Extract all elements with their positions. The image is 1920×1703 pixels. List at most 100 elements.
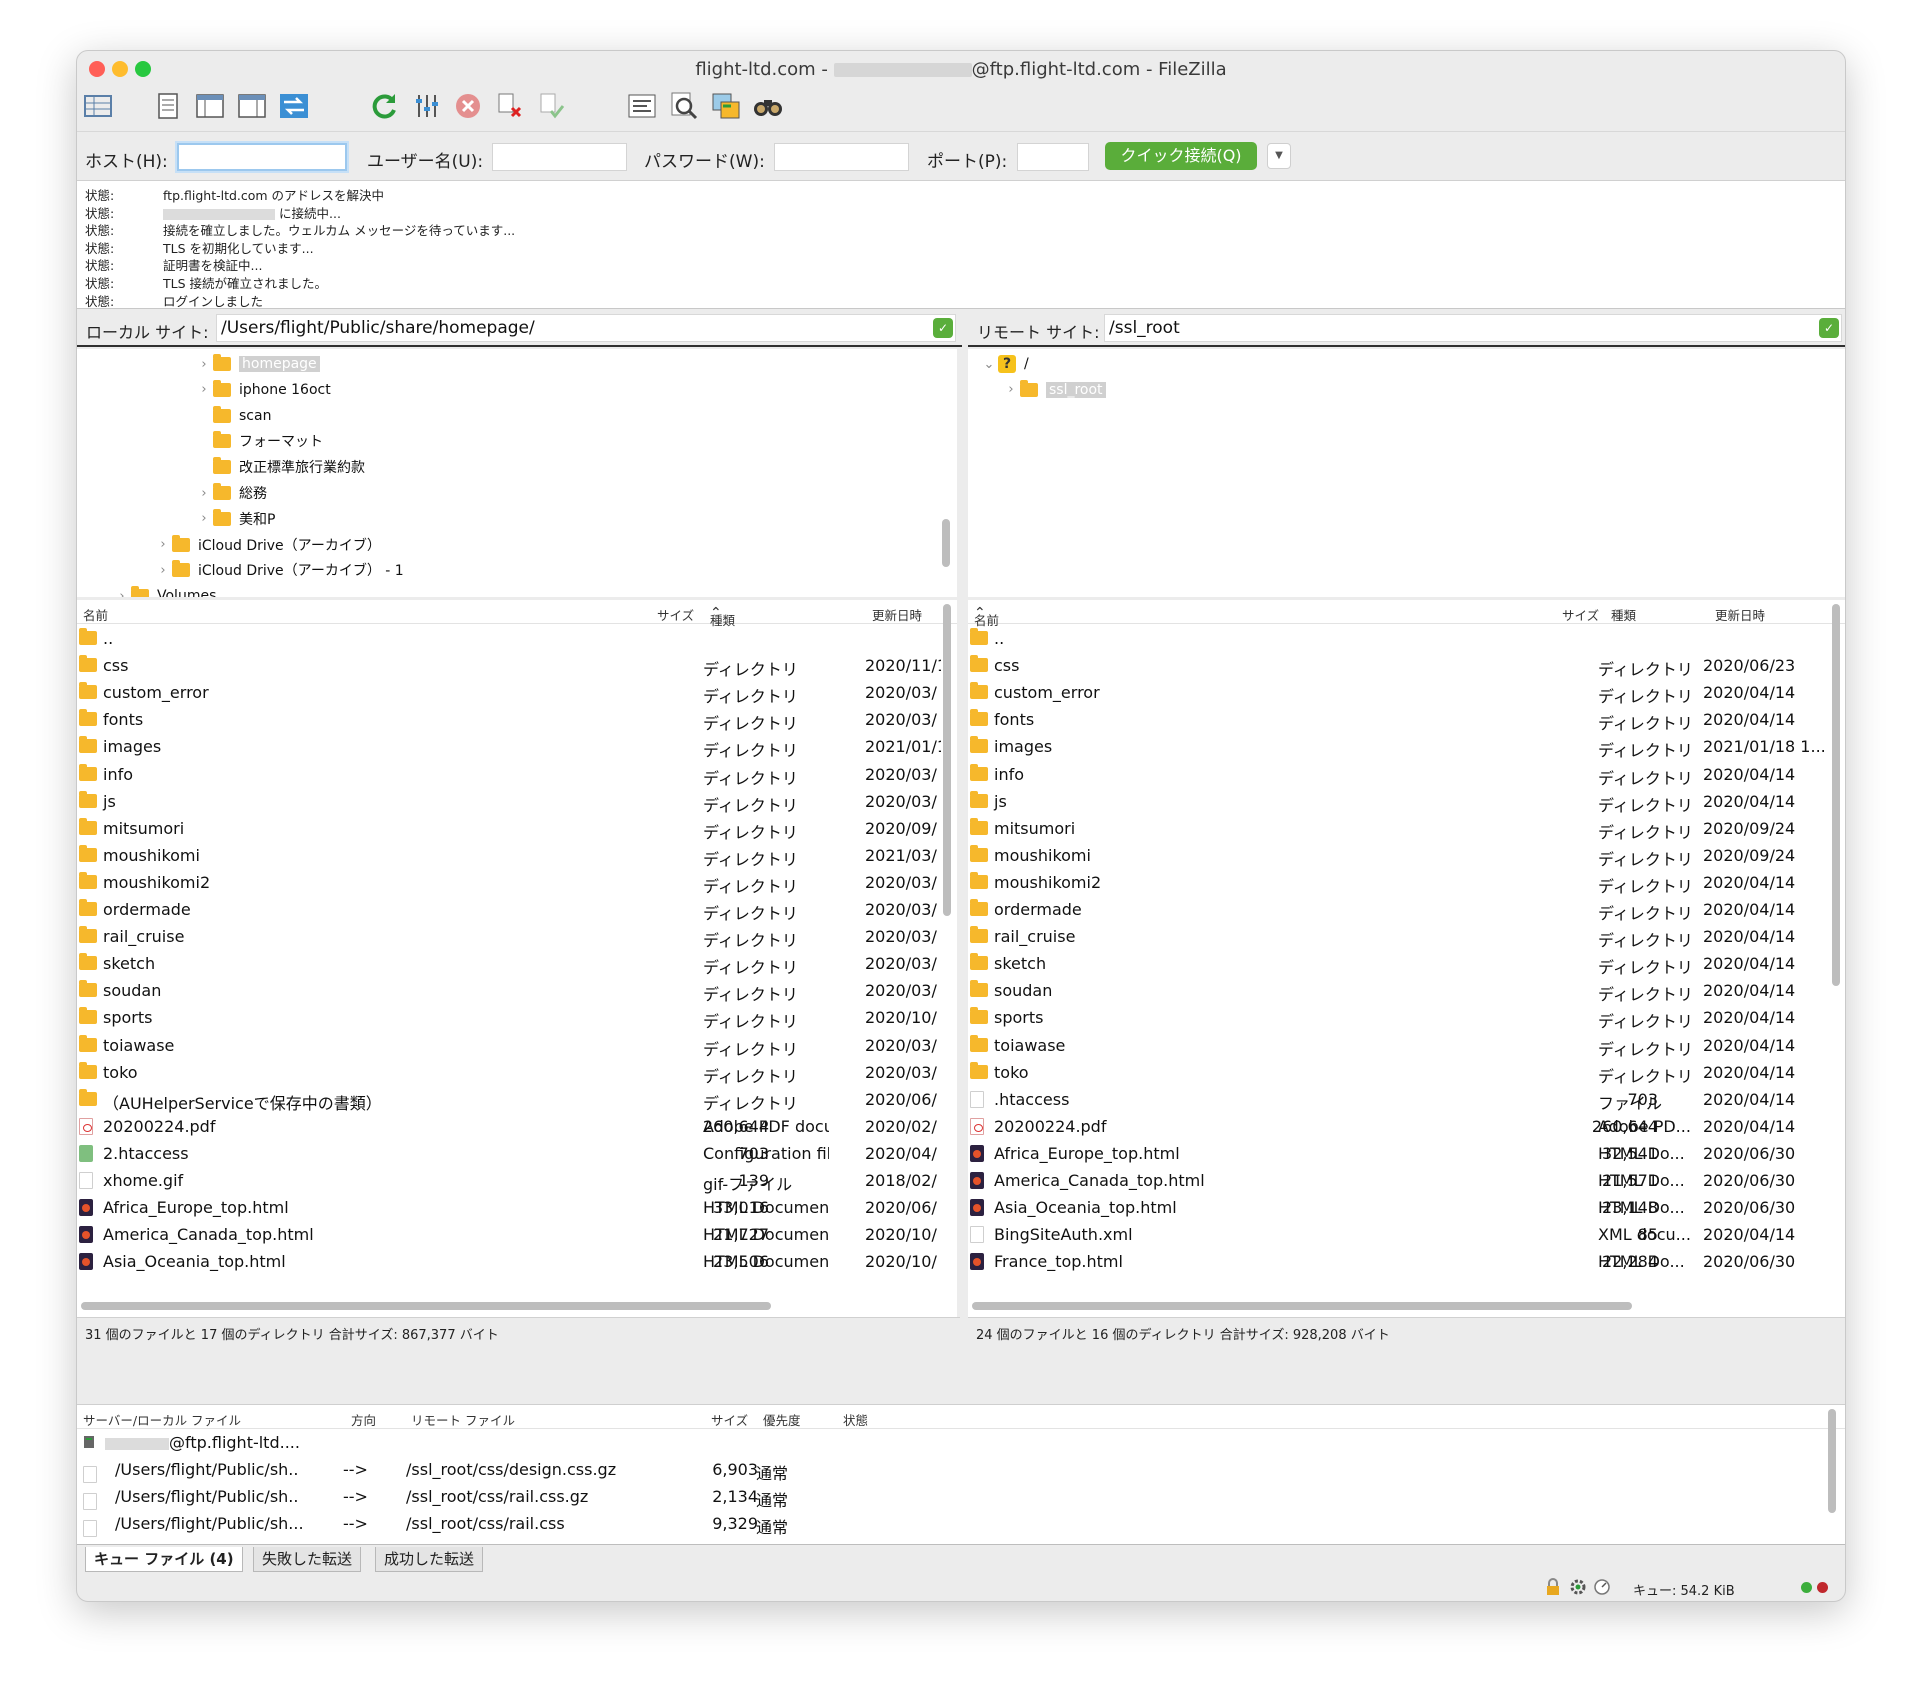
queue-col-size[interactable]: サイズ xyxy=(711,1410,748,1429)
chevron-right-icon[interactable]: › xyxy=(113,589,131,597)
tree-node[interactable]: › 総務 xyxy=(195,482,267,504)
chevron-right-icon[interactable]: › xyxy=(154,563,172,578)
chevron-right-icon[interactable]: › xyxy=(195,382,213,397)
host-input[interactable] xyxy=(177,143,347,171)
filter-icon[interactable] xyxy=(667,89,701,123)
chevron-right-icon[interactable]: › xyxy=(195,486,213,501)
chevron-right-icon[interactable]: › xyxy=(1002,382,1020,397)
queue-col-local[interactable]: サーバー/ローカル ファイル xyxy=(83,1410,241,1429)
file-row[interactable]: rail_cruise ディレクトリ 2020/04/14 xyxy=(968,922,1845,950)
file-row[interactable]: .. xyxy=(968,624,1845,651)
file-row[interactable]: sketch ディレクトリ 2020/04/14 xyxy=(968,949,1845,977)
chevron-right-icon[interactable]: › xyxy=(195,511,213,526)
file-row[interactable]: js ディレクトリ 2020/04/14 xyxy=(968,787,1845,815)
file-row[interactable]: （AUHelperServiceで保存中の書類） ディレクトリ 2020/06/ xyxy=(77,1085,957,1113)
file-row[interactable]: css ディレクトリ 2020/11/1 xyxy=(77,651,957,679)
tree-node[interactable]: › homepage xyxy=(195,353,320,375)
file-row[interactable]: America_Canada_top.html 21,571 HTML Do... 2… xyxy=(968,1166,1845,1193)
quickconnect-button[interactable]: クイック接続(Q) xyxy=(1105,142,1257,170)
file-row[interactable]: moushikomi2 ディレクトリ 2020/04/14 xyxy=(968,868,1845,896)
file-row[interactable]: .. xyxy=(77,624,957,651)
tree-node[interactable]: › 美和P xyxy=(195,508,275,530)
disconnect-icon[interactable] xyxy=(493,89,527,123)
file-row[interactable]: Asia_Oceania_top.html 23,148 HTML Do... 202… xyxy=(968,1193,1845,1220)
file-row[interactable]: ordermade ディレクトリ 2020/04/14 xyxy=(968,895,1845,923)
file-row[interactable]: toiawase ディレクトリ 2020/03/ xyxy=(77,1031,957,1059)
file-row[interactable]: mitsumori ディレクトリ 2020/09/ xyxy=(77,814,957,842)
local-col-name[interactable]: 名前 xyxy=(83,605,108,624)
local-col-type[interactable]: 種類 ⌃ xyxy=(710,605,735,628)
queue-col-remote[interactable]: リモート ファイル xyxy=(411,1410,515,1429)
tree-node[interactable]: › iCloud Drive（アーカイブ） xyxy=(154,534,381,556)
file-row[interactable]: 2.htaccess 703 Configuration file 2020/04/ xyxy=(77,1139,957,1166)
expand-down-icon[interactable]: ⌄ xyxy=(980,357,998,372)
file-row[interactable]: moushikomi ディレクトリ 2021/03/ xyxy=(77,841,957,869)
file-row[interactable]: moushikomi ディレクトリ 2020/09/24 xyxy=(968,841,1845,869)
file-row[interactable]: sports ディレクトリ 2020/04/14 xyxy=(968,1003,1845,1031)
file-row[interactable]: info ディレクトリ 2020/03/ xyxy=(77,760,957,788)
tree-node[interactable]: scan xyxy=(195,405,271,427)
file-row[interactable]: America_Canada_top.html 21,727 HTML Docume… xyxy=(77,1220,957,1247)
queue-item-row[interactable]: /Users/flight/Public/sh.. --> /ssl_root/cs… xyxy=(77,1456,1845,1483)
tree-node[interactable]: › iphone 16oct xyxy=(195,379,331,401)
file-row[interactable]: sports ディレクトリ 2020/10/ xyxy=(77,1003,957,1031)
file-row[interactable]: sketch ディレクトリ 2020/03/ xyxy=(77,949,957,977)
file-row[interactable]: images ディレクトリ 2021/01/1 xyxy=(77,732,957,760)
remote-site-path[interactable]: /ssl_root ✓ xyxy=(1104,314,1842,342)
tree-node[interactable]: ⌄? / xyxy=(980,353,1029,375)
toggle-queue-icon[interactable] xyxy=(277,89,311,123)
local-files-hscrollbar[interactable] xyxy=(81,1302,771,1310)
tree-node[interactable]: › iCloud Drive（アーカイブ） - 1 xyxy=(154,559,404,581)
toggle-remote-tree-icon[interactable] xyxy=(235,89,269,123)
queue-col-priority[interactable]: 優先度 xyxy=(763,1410,801,1429)
file-row[interactable]: 20200224.pdf 260,644 Adobe PD... 2020/04/14 xyxy=(968,1112,1845,1139)
refresh-icon[interactable] xyxy=(367,89,401,123)
toggle-local-tree-icon[interactable] xyxy=(193,89,227,123)
directory-compare-icon[interactable] xyxy=(625,89,659,123)
queue-item-row[interactable]: /Users/flight/Public/sh... --> /ssl_root/c… xyxy=(77,1510,1845,1537)
file-row[interactable]: France_top.html 22,284 HTML Do... 2020/06/3… xyxy=(968,1247,1845,1274)
chevron-right-icon[interactable]: › xyxy=(195,357,213,372)
chevron-right-icon[interactable]: › xyxy=(154,537,172,552)
site-manager-icon[interactable] xyxy=(81,89,115,123)
remote-files-hscrollbar[interactable] xyxy=(972,1302,1632,1310)
file-row[interactable]: Africa_Europe_top.html 32,541 HTML Do... 20… xyxy=(968,1139,1845,1166)
local-col-date[interactable]: 更新日時 xyxy=(872,605,922,624)
port-input[interactable] xyxy=(1017,143,1089,171)
file-row[interactable]: xhome.gif 139 gif-ファイル 2018/02/ xyxy=(77,1166,957,1194)
queue-col-direction[interactable]: 方向 xyxy=(351,1410,376,1429)
file-row[interactable]: ordermade ディレクトリ 2020/03/ xyxy=(77,895,957,923)
queue-item-row[interactable]: /Users/flight/Public/sh.. --> /ssl_root/cs… xyxy=(77,1483,1845,1510)
tree-node[interactable]: › ssl_root xyxy=(1002,379,1106,401)
remote-path-dropdown-icon[interactable]: ✓ xyxy=(1819,318,1839,338)
file-row[interactable]: images ディレクトリ 2021/01/18 1... xyxy=(968,732,1845,760)
quickconnect-history-dropdown[interactable]: ▼ xyxy=(1267,143,1291,169)
file-row[interactable]: 20200224.pdf260,644Adobe PDF docu...2020… xyxy=(77,1112,957,1139)
search-icon[interactable] xyxy=(751,89,785,123)
file-row[interactable]: soudan ディレクトリ 2020/04/14 xyxy=(968,976,1845,1004)
process-queue-icon[interactable] xyxy=(409,89,443,123)
local-path-dropdown-icon[interactable]: ✓ xyxy=(933,318,953,338)
queue-server-row[interactable]: @ftp.flight-ltd.... xyxy=(77,1429,1845,1456)
local-site-path[interactable]: /Users/flight/Public/share/homepage/ ✓ xyxy=(216,314,956,342)
file-row[interactable]: rail_cruise ディレクトリ 2020/03/ xyxy=(77,922,957,950)
tree-node[interactable]: › Volumes xyxy=(113,585,216,597)
file-row[interactable]: toko ディレクトリ 2020/03/ xyxy=(77,1058,957,1086)
queue-col-status[interactable]: 状態 xyxy=(843,1410,868,1429)
sync-browse-icon[interactable] xyxy=(709,89,743,123)
remote-col-date[interactable]: 更新日時 xyxy=(1715,605,1765,624)
remote-col-name[interactable]: 名前 ⌃ xyxy=(974,605,999,628)
tree-node[interactable]: 改正標準旅行業約款 xyxy=(195,456,365,478)
file-row[interactable]: toiawase ディレクトリ 2020/04/14 xyxy=(968,1031,1845,1059)
queue-tab[interactable]: キュー ファイル (4) xyxy=(85,1547,243,1572)
tree-node[interactable]: フォーマット xyxy=(195,430,323,452)
file-row[interactable]: toko ディレクトリ 2020/04/14 xyxy=(968,1058,1845,1086)
username-input[interactable] xyxy=(492,143,627,171)
password-input[interactable] xyxy=(774,143,909,171)
queue-tab[interactable]: 失敗した転送 xyxy=(253,1547,362,1572)
file-row[interactable]: custom_error ディレクトリ 2020/04/14 xyxy=(968,678,1845,706)
cancel-icon[interactable] xyxy=(451,89,485,123)
queue-tab[interactable]: 成功した転送 xyxy=(375,1547,484,1572)
file-row[interactable]: info ディレクトリ 2020/04/14 xyxy=(968,760,1845,788)
remote-col-size[interactable]: サイズ xyxy=(1562,605,1599,624)
